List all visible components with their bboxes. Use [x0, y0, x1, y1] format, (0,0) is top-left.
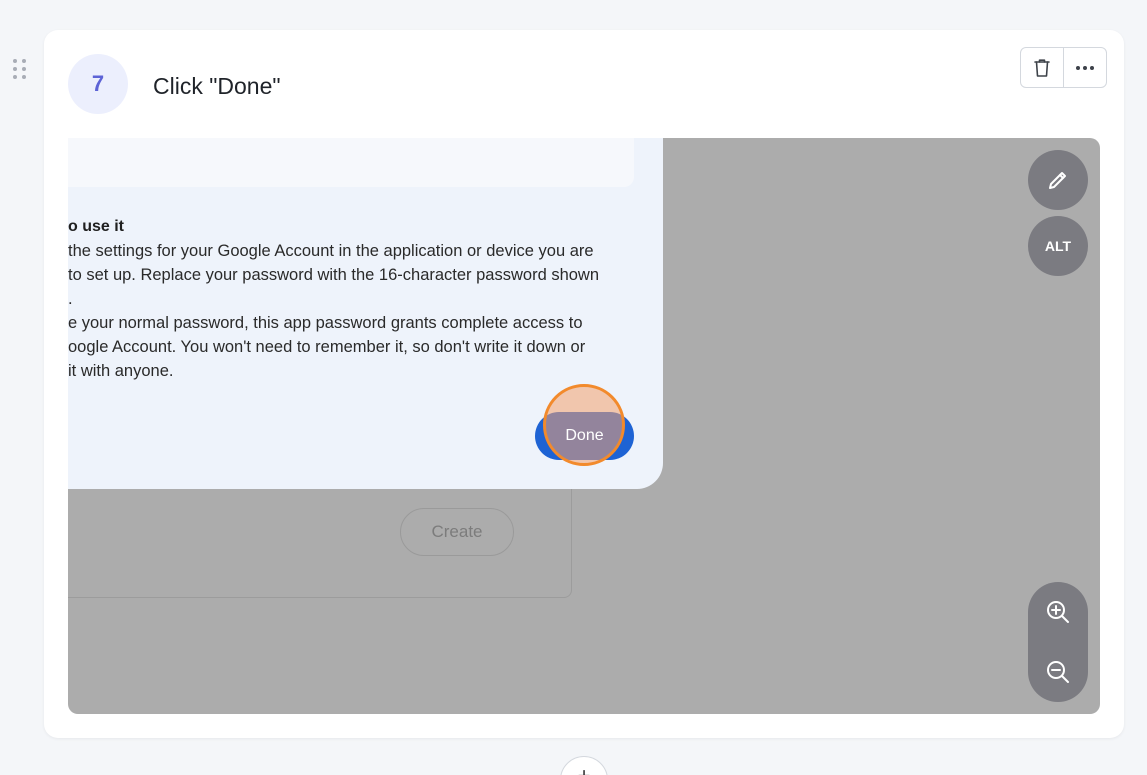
add-step-button[interactable]: +	[560, 756, 608, 775]
step-number-badge: 7	[68, 54, 128, 114]
instruction-line: e your normal password, this app passwor…	[68, 314, 583, 332]
instruction-line: oogle Account. You won't need to remembe…	[68, 338, 586, 356]
step-actions	[1020, 47, 1107, 88]
zoom-in-icon	[1047, 601, 1069, 623]
alt-text-button[interactable]: ALT	[1028, 216, 1088, 276]
instruction-line: to set up. Replace your password with th…	[68, 266, 600, 284]
instruction-line: .	[68, 290, 73, 308]
instruction-line: the settings for your Google Account in …	[68, 242, 594, 260]
zoom-in-button[interactable]	[1028, 582, 1088, 642]
done-button[interactable]	[535, 412, 634, 460]
app-password-dialog: o use it the settings for your Google Ac…	[68, 138, 663, 489]
dialog-heading: o use it	[68, 218, 125, 235]
alt-label: ALT	[1044, 238, 1072, 254]
dialog-instructions: the settings for your Google Account in …	[68, 239, 628, 383]
password-field	[68, 138, 634, 187]
create-button: Create	[400, 508, 514, 556]
step-card: 7 Click "Done" Create o use it the setti…	[44, 30, 1124, 738]
step-title[interactable]: Click "Done"	[153, 73, 281, 100]
instruction-line: it with anyone.	[68, 362, 174, 380]
more-options-button[interactable]	[1063, 48, 1106, 87]
edit-screenshot-button[interactable]	[1028, 150, 1088, 210]
step-screenshot: Create o use it the settings for your Go…	[68, 138, 1100, 714]
drag-handle-icon[interactable]	[13, 59, 27, 79]
pencil-icon	[1049, 172, 1066, 189]
zoom-controls	[1028, 582, 1088, 702]
zoom-out-button[interactable]	[1028, 642, 1088, 702]
zoom-out-icon	[1047, 661, 1069, 683]
trash-icon	[1034, 58, 1050, 77]
delete-step-button[interactable]	[1021, 48, 1063, 87]
more-horizontal-icon	[1076, 65, 1094, 70]
